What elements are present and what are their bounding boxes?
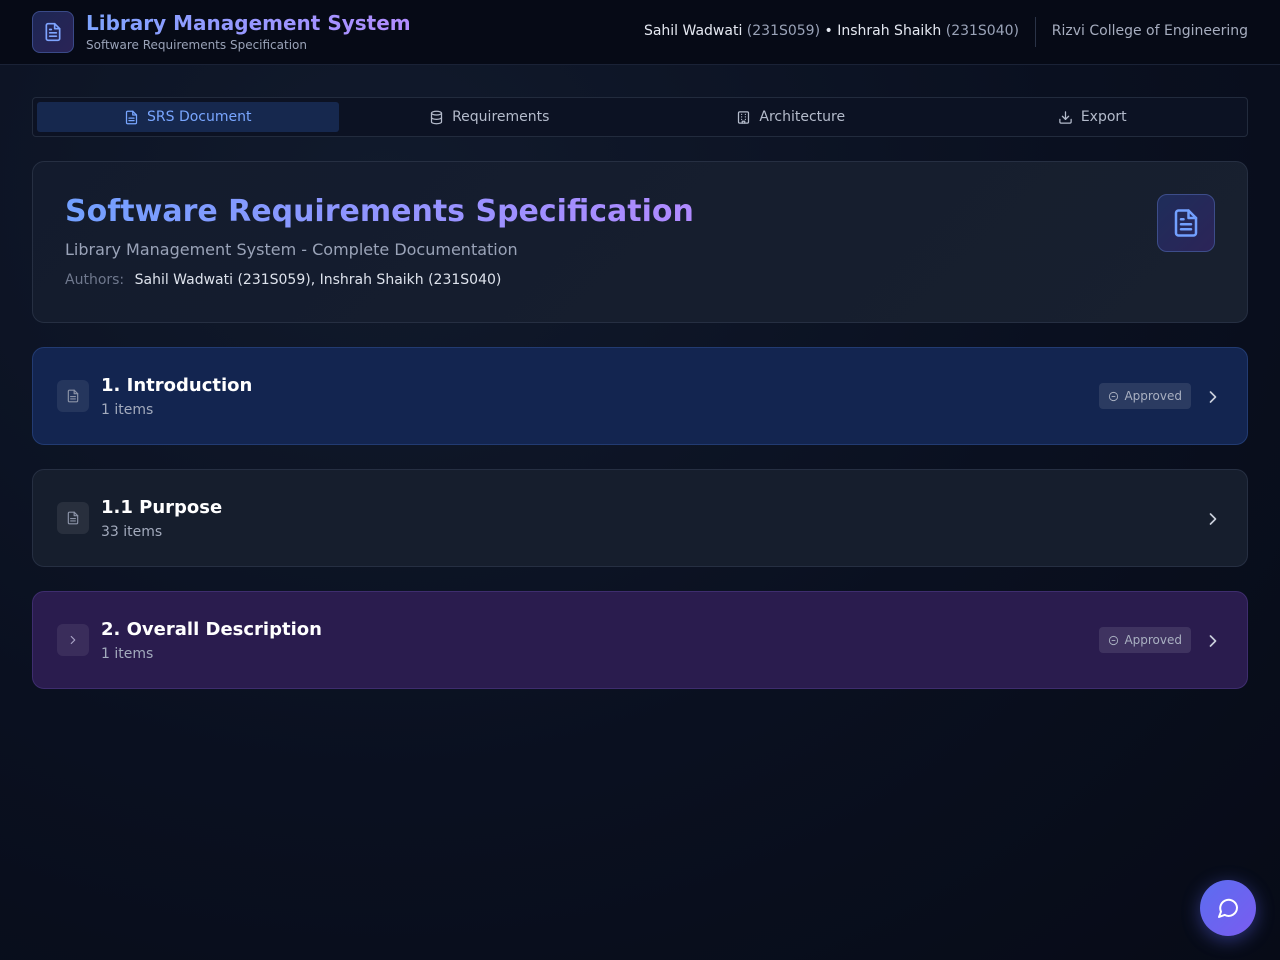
- tab-srs-document[interactable]: SRS Document: [37, 102, 339, 132]
- header-divider: [1035, 17, 1036, 47]
- app-title: Library Management System: [86, 11, 411, 35]
- app-logo: [32, 11, 74, 53]
- section-purpose[interactable]: 1.1 Purpose 33 items: [32, 469, 1248, 567]
- tab-label: SRS Document: [147, 109, 252, 125]
- status-badge-label: Approved: [1124, 633, 1182, 647]
- file-text-icon: [67, 511, 79, 525]
- header-authors: Sahil Wadwati (231S059) • Inshrah Shaikh…: [644, 23, 1019, 39]
- page-title: Software Requirements Specification: [65, 194, 694, 229]
- status-badge: Approved: [1099, 627, 1191, 653]
- section-title: 2. Overall Description: [101, 619, 322, 640]
- file-text-icon: [125, 110, 138, 124]
- main-tabs: SRS Document Requirements Architecture E…: [32, 97, 1248, 137]
- file-text-icon: [1174, 209, 1198, 237]
- chat-bubble-icon: [1218, 898, 1239, 918]
- tab-label: Architecture: [759, 109, 846, 125]
- document-badge: [1157, 194, 1215, 252]
- page-subtitle: Library Management System - Complete Doc…: [65, 240, 518, 259]
- author1-name: Sahil Wadwati: [643, 23, 743, 39]
- author2-name: Inshrah Shaikh: [837, 23, 942, 39]
- author-separator: •: [824, 23, 833, 39]
- tab-label: Requirements: [452, 109, 550, 125]
- tab-export[interactable]: Export: [942, 102, 1244, 132]
- chat-button[interactable]: [1200, 880, 1256, 936]
- clock-icon: [1109, 391, 1119, 401]
- tab-label: Export: [1080, 109, 1127, 125]
- document-header-card: Software Requirements Specification Libr…: [32, 161, 1248, 323]
- document-authors: Authors: Sahil Wadwati (231S059), Inshra…: [65, 272, 501, 288]
- authors-label: Authors:: [65, 272, 125, 288]
- section-icon: [57, 502, 89, 534]
- chevron-right-icon: [1209, 513, 1217, 525]
- section-icon: [57, 624, 89, 656]
- authors-value: Sahil Wadwati (231S059), Inshrah Shaikh …: [134, 272, 502, 288]
- download-icon: [1059, 110, 1072, 124]
- section-title: 1.1 Purpose: [101, 497, 223, 518]
- database-icon: [430, 110, 443, 124]
- chevron-right-icon: [1209, 391, 1217, 403]
- section-item-count: 1 items: [101, 402, 154, 418]
- section-title: 1. Introduction: [101, 375, 253, 396]
- app-subtitle: Software Requirements Specification: [86, 38, 307, 52]
- app-header: Library Management System Software Requi…: [0, 0, 1280, 65]
- tab-requirements[interactable]: Requirements: [339, 102, 641, 132]
- section-overall-description[interactable]: 2. Overall Description 1 items Approved: [32, 591, 1248, 689]
- chevron-right-icon: [70, 635, 76, 645]
- author2-id: (231S040): [945, 23, 1019, 39]
- author1-id: (231S059): [746, 23, 821, 39]
- section-item-count: 33 items: [101, 524, 163, 540]
- file-text-icon: [45, 22, 61, 42]
- building-icon: [738, 110, 750, 124]
- section-item-count: 1 items: [101, 646, 154, 662]
- file-text-icon: [67, 389, 79, 403]
- section-introduction[interactable]: 1. Introduction 1 items Approved: [32, 347, 1248, 445]
- status-badge: Approved: [1099, 383, 1191, 409]
- section-icon: [57, 380, 89, 412]
- status-badge-label: Approved: [1124, 389, 1182, 403]
- chevron-right-icon: [1209, 635, 1217, 647]
- college-name: Rizvi College of Engineering: [1051, 23, 1248, 39]
- clock-icon: [1109, 635, 1119, 645]
- tab-architecture[interactable]: Architecture: [640, 102, 942, 132]
